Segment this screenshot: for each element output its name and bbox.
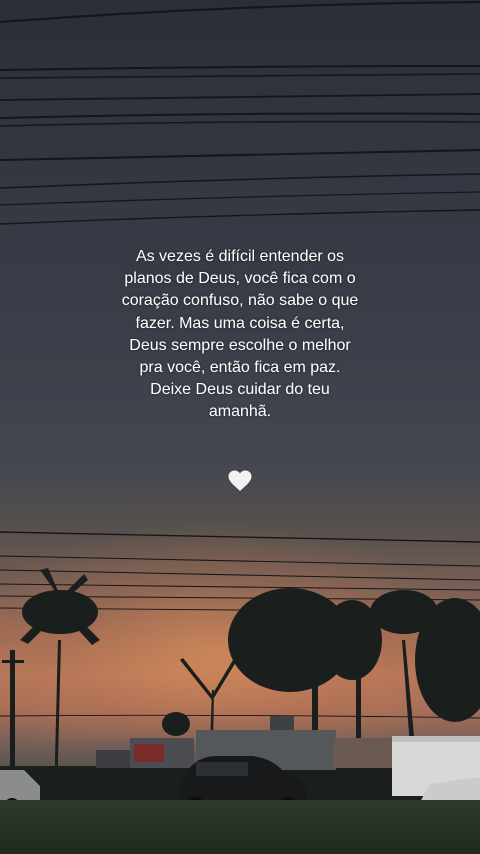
- quote-line: coração confuso, não sabe o que: [121, 292, 359, 310]
- background-photo: As vezes é difícil entender os planos de…: [0, 0, 480, 854]
- quote-line: amanhã.: [208, 403, 272, 421]
- quote-line: Deixe Deus cuidar do teu: [150, 381, 330, 399]
- quote-line: pra você, então fica em paz.: [139, 359, 341, 377]
- lawn: [0, 800, 480, 854]
- quote-line: Deus sempre escolhe o melhor: [129, 336, 351, 354]
- skyline-silhouettes: [0, 568, 480, 815]
- quote-line: planos de Deus, você fica com o: [124, 270, 356, 288]
- quote-text: As vezes é difícil entender os planos de…: [90, 246, 390, 424]
- quote-line: fazer. Mas uma coisa é certa,: [135, 314, 345, 332]
- quote-line: As vezes é difícil entender os: [135, 248, 345, 265]
- white-heart-icon: [228, 470, 252, 491]
